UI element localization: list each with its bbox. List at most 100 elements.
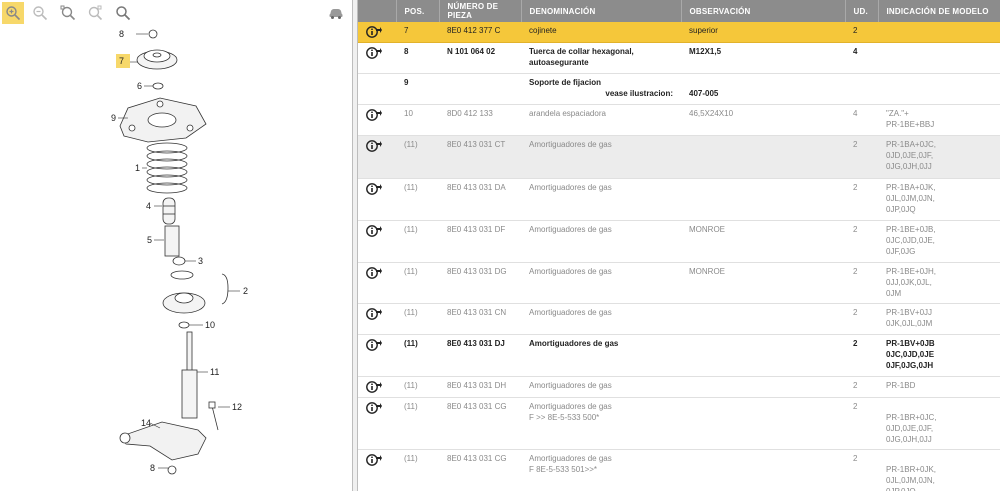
header-name[interactable]: DENOMINACIÓN	[521, 0, 682, 22]
table-row[interactable]: (11) 8E0 413 031 DH Amortiguadores de gas …	[358, 376, 1000, 398]
qty-cell: 2	[845, 376, 878, 398]
car-icon[interactable]	[325, 2, 347, 24]
info-arrow-icon[interactable]	[366, 401, 382, 415]
row-info-cell	[358, 42, 396, 74]
name-cell-line: F >> 8E-5-533 500*	[529, 413, 600, 422]
diagram-callout[interactable]: 10	[205, 320, 215, 330]
zoom-page-icon[interactable]	[84, 2, 106, 24]
row-info-cell	[358, 178, 396, 221]
name-cell: Amortiguadores de gas	[521, 334, 681, 377]
diagram-toolbar	[0, 0, 352, 26]
info-arrow-icon[interactable]	[366, 224, 382, 238]
diagram-callout[interactable]: 12	[232, 402, 242, 412]
model-cell-line	[886, 401, 992, 412]
info-arrow-icon[interactable]	[366, 182, 382, 196]
table-row[interactable]: (11) 8E0 413 031 CN Amortiguadores de gas …	[358, 303, 1000, 335]
diagram-callout[interactable]: 14	[141, 418, 151, 428]
header-model[interactable]: INDICACIÓN DE MODELO	[878, 0, 1000, 22]
diagram-callout[interactable]: 5	[147, 235, 152, 245]
model-cell-line: PR-1BR+0JK,	[886, 465, 937, 474]
diagram-callout[interactable]: 3	[198, 256, 203, 266]
zoom-fit-icon[interactable]	[57, 2, 79, 24]
row-info-cell	[358, 22, 396, 43]
remark-cell: MONROE	[681, 220, 845, 263]
remark-cell	[681, 376, 845, 398]
qty-cell: 4	[845, 104, 878, 136]
table-row[interactable]: (11) 8E0 413 031 DF Amortiguadores de gas M…	[358, 220, 1000, 263]
table-row[interactable]: (11) 8E0 413 031 DJ Amortiguadores de gas …	[358, 334, 1000, 377]
diagram-callout[interactable]: 7	[119, 56, 124, 66]
row-info-cell	[358, 135, 396, 179]
model-cell-line	[886, 46, 992, 57]
info-arrow-icon[interactable]	[366, 338, 382, 352]
diagram-callout[interactable]: 1	[135, 163, 140, 173]
name-cell: cojinete	[521, 22, 681, 43]
remark-cell-line	[689, 77, 837, 88]
qty-cell: 2	[845, 262, 878, 304]
diagram-callout[interactable]: 8	[150, 463, 155, 473]
search-icon[interactable]	[112, 2, 134, 24]
part-number-cell: 8E0 413 031 DF	[439, 220, 521, 263]
pos-cell: (11)	[396, 449, 439, 491]
info-arrow-icon[interactable]	[366, 266, 382, 280]
qty-cell: 2	[845, 449, 878, 491]
table-row[interactable]: 9 Soporte de fijacion vease ilustracion: 4…	[358, 73, 1000, 105]
zoom-out-icon[interactable]	[29, 2, 51, 24]
table-row[interactable]: (11) 8E0 413 031 DG Amortiguadores de gas M…	[358, 262, 1000, 304]
header-qty[interactable]: UD.	[845, 0, 879, 22]
info-arrow-icon[interactable]	[366, 25, 382, 39]
model-cell: PR-1BA+0JK, 0JL,0JM,0JN, 0JP,0JQ	[878, 178, 1000, 221]
info-arrow-icon[interactable]	[366, 380, 382, 394]
diagram-callout[interactable]: 4	[146, 201, 151, 211]
name-cell: Amortiguadores de gas	[521, 262, 681, 304]
diagram-callout[interactable]: 11	[210, 367, 219, 377]
table-row[interactable]: (11) 8E0 413 031 DA Amortiguadores de gas …	[358, 178, 1000, 221]
table-row[interactable]: 8N 101 064 02 Tuerca de collar hexagonal,…	[358, 42, 1000, 74]
remark-cell-line: MONROE	[689, 267, 725, 276]
diagram-callout[interactable]: 9	[111, 113, 116, 123]
pos-cell: (11)	[396, 303, 439, 335]
diagram-callout[interactable]: 8	[119, 29, 124, 39]
header-pos[interactable]: POS.	[396, 0, 440, 22]
header-remark[interactable]: OBSERVACIÓN	[681, 0, 846, 22]
part-number-cell: 8E0 413 031 DH	[439, 376, 521, 398]
name-cell: Tuerca de collar hexagonal, autoasegurant…	[521, 42, 681, 74]
table-row[interactable]: 10 8D0 412 133 arandela espaciadora 46,5X24…	[358, 104, 1000, 136]
pos-cell: 7	[396, 22, 439, 43]
model-cell-line: PR-1BV+0JJ	[886, 308, 933, 317]
parts-catalog-window: 8 7 6 9 1 4 5 3 2 10 11 12 14 8 POS. NÚMERO DE PIEZA …	[0, 0, 1000, 491]
diagram-callout[interactable]: 2	[243, 286, 248, 296]
model-cell-line: 0JL,0JM,0JN,	[886, 476, 935, 485]
info-arrow-icon[interactable]	[366, 307, 382, 321]
model-cell-line: PR-1BE+BBJ	[886, 120, 935, 129]
name-cell-line: Amortiguadores de gas	[529, 225, 612, 234]
qty-cell: 2	[845, 303, 878, 335]
model-cell: PR-1BE+0JH, 0JJ,0JK,0JL, 0JM	[878, 262, 1000, 304]
name-cell-line: cojinete	[529, 26, 557, 35]
model-cell	[878, 22, 1000, 43]
model-cell-line: 0JJ,0JK,0JL,	[886, 278, 932, 287]
header-part-number[interactable]: NÚMERO DE PIEZA	[439, 0, 522, 22]
qty-cell: 2	[845, 178, 878, 221]
table-row[interactable]: (11) 8E0 413 031 CG Amortiguadores de gas F…	[358, 397, 1000, 450]
pos-cell: (11)	[396, 397, 439, 450]
model-cell-line	[886, 77, 992, 88]
info-arrow-icon[interactable]	[366, 108, 382, 122]
model-cell-line: PR-1BR+0JC,	[886, 413, 937, 422]
row-info-cell	[358, 262, 396, 304]
qty-cell: 2	[845, 397, 878, 450]
info-arrow-icon[interactable]	[366, 46, 382, 60]
pos-cell: 8	[396, 42, 439, 74]
info-arrow-icon[interactable]	[366, 453, 382, 467]
table-row[interactable]: (11) 8E0 413 031 CG Amortiguadores de gas F…	[358, 449, 1000, 491]
zoom-in-icon[interactable]	[2, 2, 24, 24]
model-cell-line: 0JK,0JL,0JM	[886, 319, 933, 328]
name-cell-line: Amortiguadores de gas	[529, 267, 612, 276]
table-row[interactable]: 7 8E0 412 377 C cojinete superior 2	[358, 22, 1000, 43]
info-arrow-icon[interactable]	[366, 139, 382, 153]
name-cell-line: Amortiguadores de gas	[529, 339, 619, 348]
diagram-callout[interactable]: 6	[137, 81, 142, 91]
remark-cell	[681, 178, 845, 221]
model-cell-line: 0JP,0JQ	[886, 205, 916, 214]
table-row[interactable]: (11) 8E0 413 031 CT Amortiguadores de gas …	[358, 135, 1000, 179]
